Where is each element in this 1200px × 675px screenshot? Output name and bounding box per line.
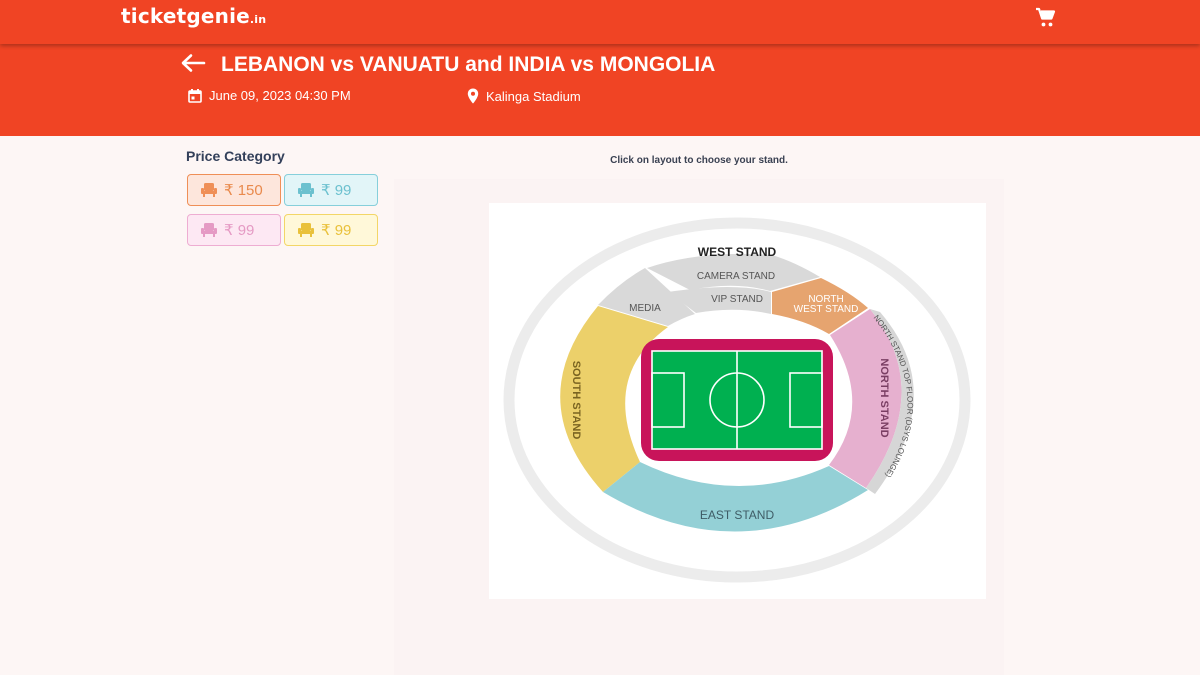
- event-venue: Kalinga Stadium: [467, 88, 581, 104]
- price-option-pink[interactable]: ₹ 99: [187, 214, 281, 246]
- event-date: June 09, 2023 04:30 PM: [188, 88, 351, 103]
- north-stand-label: NORTH STAND: [878, 358, 890, 437]
- media-stand-label: MEDIA: [629, 303, 661, 314]
- price-option-label: ₹ 99: [321, 182, 352, 199]
- stadium-map: WEST STAND CAMERA STAND VIP STAND MEDIA …: [489, 203, 986, 599]
- price-category-title: Price Category: [186, 148, 285, 164]
- event-venue-text: Kalinga Stadium: [486, 88, 581, 104]
- brand-logo[interactable]: ticketgenie.in: [121, 4, 266, 28]
- brand-suffix: .in: [249, 13, 267, 26]
- event-title: LEBANON vs VANUATU and INDIA vs MONGOLIA: [221, 53, 716, 76]
- location-pin-icon: [467, 88, 479, 104]
- layout-hint: Click on layout to choose your stand.: [610, 155, 788, 166]
- seat-icon: [298, 183, 314, 197]
- seat-icon: [298, 223, 314, 237]
- brand-name: ticketgenie: [121, 4, 250, 28]
- cart-icon[interactable]: [1034, 6, 1058, 30]
- top-navbar: ticketgenie.in: [0, 0, 1200, 44]
- camera-stand-label: CAMERA STAND: [697, 271, 775, 282]
- price-option-orange[interactable]: ₹ 150: [187, 174, 281, 206]
- west-stand-label: WEST STAND: [698, 245, 777, 259]
- price-option-yellow[interactable]: ₹ 99: [284, 214, 378, 246]
- back-arrow-icon[interactable]: [180, 52, 206, 74]
- seat-icon: [201, 223, 217, 237]
- south-stand-label: SOUTH STAND: [570, 361, 582, 440]
- north-west-stand-label-2: WEST STAND: [794, 304, 859, 315]
- price-option-label: ₹ 99: [224, 222, 255, 239]
- seat-icon: [201, 183, 217, 197]
- event-date-text: June 09, 2023 04:30 PM: [209, 88, 351, 103]
- vip-stand-label: VIP STAND: [711, 294, 763, 305]
- east-stand-label: EAST STAND: [700, 508, 775, 522]
- price-option-teal[interactable]: ₹ 99: [284, 174, 378, 206]
- price-option-label: ₹ 150: [224, 182, 263, 199]
- price-option-label: ₹ 99: [321, 222, 352, 239]
- calendar-icon: [188, 88, 202, 103]
